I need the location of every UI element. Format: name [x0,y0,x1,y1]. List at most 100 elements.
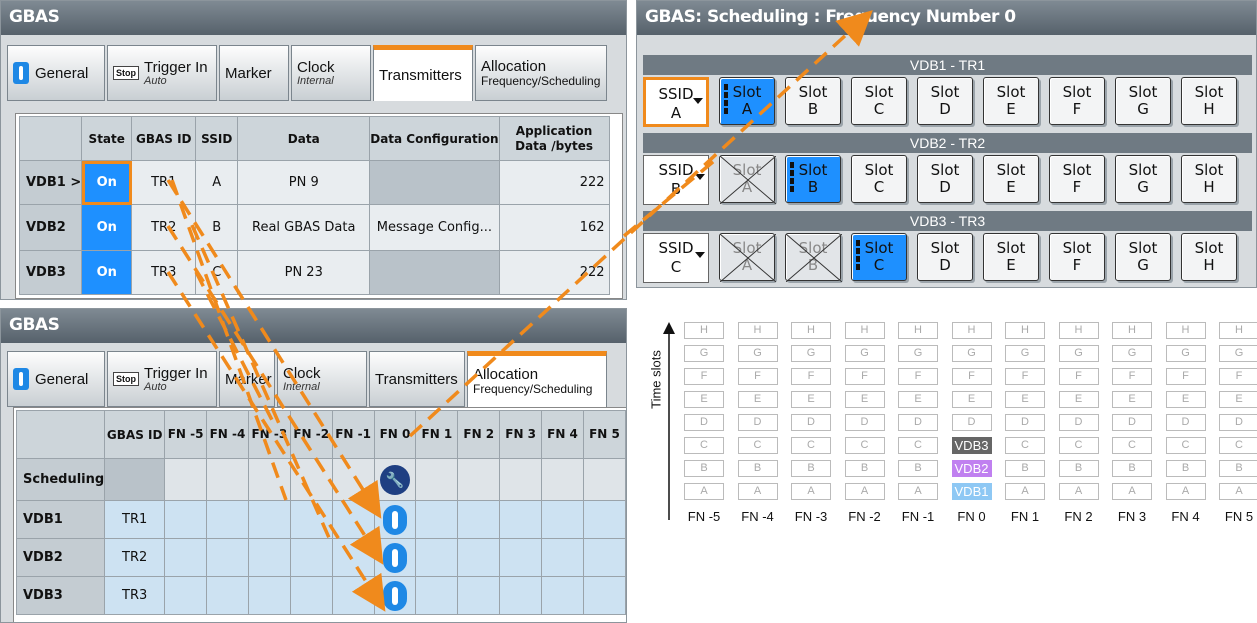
slot-button[interactable]: Slot G [1115,77,1171,125]
fn-cell[interactable] [415,576,459,615]
info-icon[interactable] [383,580,407,611]
fn-cell[interactable] [289,500,333,539]
fn-cell[interactable] [289,576,333,615]
fn-cell[interactable] [331,500,375,539]
fn-cell[interactable] [541,500,584,539]
fn-cell[interactable]: 🔧 [373,458,417,501]
ssid-cell[interactable]: B [195,204,239,251]
app-data-cell[interactable]: 162 [498,204,610,251]
ssid-select[interactable]: SSID C [643,233,709,283]
app-data-cell[interactable]: 222 [498,160,610,205]
fn-cell[interactable] [457,538,501,577]
fn-cell[interactable] [499,538,543,577]
fn-cell[interactable] [499,576,543,615]
fn-cell[interactable] [289,458,333,501]
fn-cell[interactable] [541,458,584,501]
data-config-button[interactable]: Message Config... [369,204,500,251]
data-cell[interactable]: Real GBAS Data [237,204,371,251]
slot-button[interactable]: Slot D [917,155,973,203]
fn-cell[interactable] [206,458,249,501]
tab-general[interactable]: General [7,45,105,101]
fn-cell[interactable] [206,538,249,577]
slot-button[interactable]: Slot G [1115,233,1171,281]
slot-button[interactable]: Slot H [1181,155,1237,203]
slot-button[interactable]: Slot D [917,77,973,125]
slot-button[interactable]: Slot E [983,233,1039,281]
fn-cell[interactable] [457,576,501,615]
fn-cell[interactable] [331,458,375,501]
slot-button[interactable]: Slot F [1049,233,1105,281]
fn-cell[interactable] [247,458,291,501]
ssid-select[interactable]: SSID A [643,77,709,127]
gbas-id-cell[interactable]: TR1 [131,160,197,205]
fn-cell[interactable] [499,500,543,539]
slot-button[interactable]: Slot F [1049,77,1105,125]
slot-button[interactable]: Slot D [917,233,973,281]
tab-transmitters[interactable]: Transmitters [373,45,473,101]
fn-cell[interactable] [457,458,501,501]
tab-marker[interactable]: Marker [219,45,289,101]
fn-cell[interactable] [373,538,417,577]
fn-cell[interactable] [457,500,501,539]
fn-cell[interactable] [541,576,584,615]
app-data-cell[interactable]: 222 [498,250,610,295]
fn-cell[interactable] [206,500,249,539]
fn-cell[interactable] [331,538,375,577]
tab-clock[interactable]: Clock Internal [277,351,367,407]
slot-button[interactable]: Slot F [1049,155,1105,203]
fn-cell[interactable] [499,458,543,501]
gbas-id-cell[interactable]: TR2 [131,204,197,251]
tab-trigger[interactable]: Stop Trigger In Auto [107,45,217,101]
slot-button[interactable]: Slot E [983,77,1039,125]
ssid-cell[interactable]: C [195,250,239,295]
slot-button[interactable]: Slot H [1181,233,1237,281]
slot-button[interactable]: Slot B [785,155,841,203]
slot-button[interactable]: Slot A [719,77,775,125]
fn-cell[interactable] [331,576,375,615]
fn-cell[interactable] [247,500,291,539]
fn-cell[interactable] [582,538,626,577]
fn-cell[interactable] [164,576,208,615]
fn-cell[interactable] [206,576,249,615]
fn-cell[interactable] [541,538,584,577]
state-toggle[interactable]: On [81,160,133,205]
slot-button[interactable]: Slot G [1115,155,1171,203]
fn-cell[interactable] [415,538,459,577]
info-icon[interactable] [383,542,407,573]
slot-button[interactable]: Slot C [851,233,907,281]
slot-button[interactable]: Slot A [719,233,776,282]
fn-cell[interactable] [415,458,459,501]
state-toggle[interactable]: On [81,204,133,251]
data-cell[interactable]: PN 23 [237,250,371,295]
tab-allocation[interactable]: Allocation Frequency/Scheduling [467,351,607,407]
fn-cell[interactable] [164,538,208,577]
ssid-select[interactable]: SSID B [643,155,709,205]
tab-transmitters[interactable]: Transmitters [369,351,465,407]
state-toggle[interactable]: On [81,250,133,295]
slot-button[interactable]: Slot B [785,233,842,282]
fn-cell[interactable] [373,576,417,615]
slot-button[interactable]: Slot C [851,155,907,203]
fn-cell[interactable] [582,576,626,615]
fn-cell[interactable] [247,538,291,577]
wrench-icon[interactable]: 🔧 [380,464,410,495]
tab-clock[interactable]: Clock Internal [291,45,371,101]
fn-cell[interactable] [415,500,459,539]
fn-cell[interactable] [247,576,291,615]
data-cell[interactable]: PN 9 [237,160,371,205]
slot-button[interactable]: Slot B [785,77,841,125]
fn-cell[interactable] [289,538,333,577]
tab-general[interactable]: General [7,351,105,407]
ssid-cell[interactable]: A [195,160,239,205]
fn-cell[interactable] [373,500,417,539]
slot-button[interactable]: Slot E [983,155,1039,203]
slot-button[interactable]: Slot A [719,155,776,204]
gbas-id-cell[interactable]: TR3 [131,250,197,295]
slot-button[interactable]: Slot C [851,77,907,125]
slot-button[interactable]: Slot H [1181,77,1237,125]
tab-trigger[interactable]: Stop Trigger In Auto [107,351,217,407]
tab-marker[interactable]: Marker [219,351,275,407]
fn-cell[interactable] [164,500,208,539]
info-icon[interactable] [383,504,407,535]
tab-allocation[interactable]: Allocation Frequency/Scheduling [475,45,607,101]
